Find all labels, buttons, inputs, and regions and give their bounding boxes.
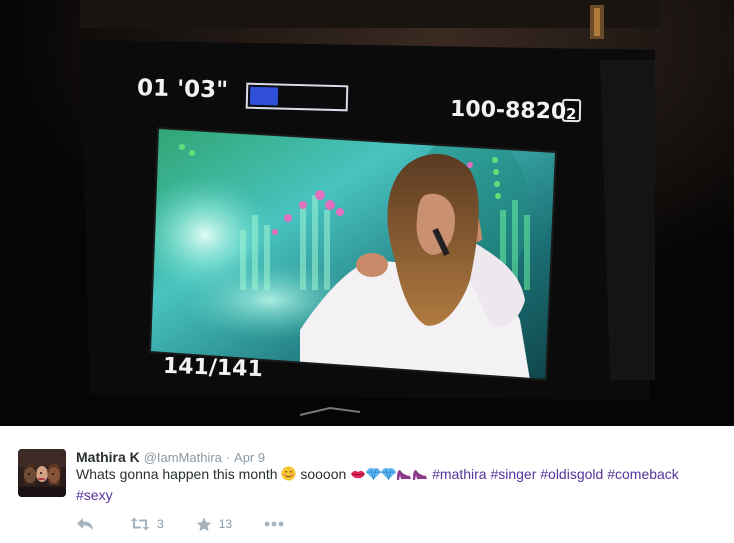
hashtag-singer[interactable]: #singer (490, 466, 536, 482)
frame-counter: 141/141 (162, 354, 263, 382)
time-code: 01 '03" (137, 75, 229, 103)
author-name[interactable]: Mathira K (76, 449, 140, 465)
avatar[interactable] (18, 449, 66, 497)
favorite-count: 13 (218, 517, 233, 531)
camera-screen-illustration: 01 '03" 100-8820 2 141/141 (0, 0, 734, 426)
author-handle[interactable]: @IamMathira (144, 450, 222, 465)
favorite-button[interactable]: 13 (196, 517, 232, 532)
hashtag-comeback[interactable]: #comeback (607, 466, 679, 482)
hashtag-oldisgold[interactable]: #oldisgold (540, 466, 603, 482)
retweet-icon (130, 517, 150, 531)
reply-button[interactable] (76, 517, 94, 531)
kiss-lips-icon (350, 467, 366, 486)
high-heel-icon (412, 467, 428, 486)
reply-icon (76, 517, 94, 531)
blue-diamond-icon (381, 467, 397, 486)
retweet-count: 3 (157, 517, 164, 531)
retweet-button[interactable]: 3 (130, 517, 164, 531)
tweet-photo[interactable]: 01 '03" 100-8820 2 141/141 (0, 0, 734, 426)
hashtag-sexy[interactable]: #sexy (76, 487, 113, 503)
tweet-body: Mathira K @IamMathira · Apr 9 Whats gonn… (0, 426, 734, 543)
blushing-face-icon (281, 466, 296, 486)
star-icon (196, 517, 212, 532)
more-button[interactable] (264, 521, 284, 527)
tweet-actions: 3 13 (76, 514, 304, 534)
card-slot-number: 2 (566, 105, 576, 123)
file-number: 100-8820 (450, 97, 567, 125)
avatar-image (18, 449, 66, 497)
tweet-card: 01 '03" 100-8820 2 141/141 Mathira K @Ia… (0, 0, 734, 543)
blue-diamond-icon (366, 467, 382, 486)
tweet-date[interactable]: Apr 9 (234, 450, 265, 465)
tweet-text-start: Whats gonna happen this month (76, 466, 282, 482)
separator-dot: · (225, 450, 231, 465)
tweet-text-middle: soooon (296, 466, 351, 482)
hashtag-mathira[interactable]: #mathira (432, 466, 486, 482)
high-heel-icon (396, 467, 412, 486)
tweet-text: Whats gonna happen this month soooon #ma… (76, 465, 716, 505)
more-icon (264, 521, 284, 527)
